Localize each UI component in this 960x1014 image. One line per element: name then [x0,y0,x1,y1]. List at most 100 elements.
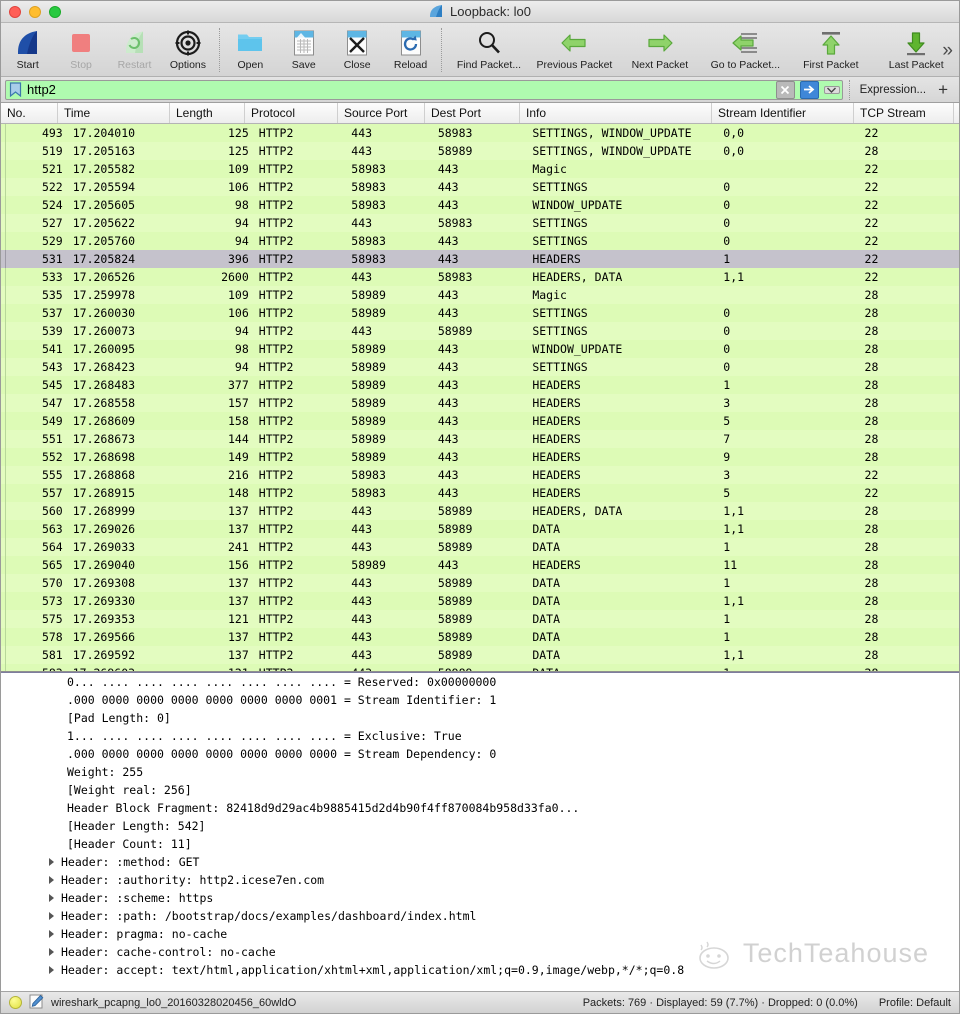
packet-row[interactable]: 56017.268999137HTTP244358989HEADERS, DAT… [1,502,959,520]
detail-line[interactable]: Header: cache-control: no-cache [1,943,959,961]
packet-row[interactable]: 53317.2065262600HTTP244358983HEADERS, DA… [1,268,959,286]
clear-x-icon[interactable] [776,81,795,99]
packet-row[interactable]: 53917.26007394HTTP244358989SETTINGS028 [1,322,959,340]
packet-cell-dport: 58989 [433,324,528,338]
packet-row[interactable]: 55217.268698149HTTP258989443HEADERS928 [1,448,959,466]
packet-row[interactable]: 51917.205163125HTTP244358989SETTINGS, WI… [1,142,959,160]
packet-row[interactable]: 53517.259978109HTTP258989443Magic28 [1,286,959,304]
packet-detail-pane[interactable]: 0... .... .... .... .... .... .... .... … [1,672,959,991]
column-header-tcp-stream[interactable]: TCP Stream [854,103,954,123]
packet-row[interactable]: 49317.204010125HTTP244358983SETTINGS, WI… [1,124,959,142]
packet-row[interactable]: 52917.20576094HTTP258983443SETTINGS022 [1,232,959,250]
detail-line[interactable]: .000 0000 0000 0000 0000 0000 0000 0001 … [1,691,959,709]
detail-line[interactable]: 0... .... .... .... .... .... .... .... … [1,673,959,691]
display-filter-input[interactable]: http2 [5,80,843,100]
detail-line[interactable]: [Header Count: 11] [1,835,959,853]
packet-row[interactable]: 52717.20562294HTTP244358983SETTINGS022 [1,214,959,232]
toolbar-next-packet-button[interactable]: Next Packet [617,26,702,71]
packet-row[interactable]: 52217.205594106HTTP258983443SETTINGS022 [1,178,959,196]
packet-row[interactable]: 57317.269330137HTTP244358989DATA1,128 [1,592,959,610]
packet-row[interactable]: 56417.269033241HTTP244358989DATA128 [1,538,959,556]
packet-row[interactable]: 54117.26009598HTTP258989443WINDOW_UPDATE… [1,340,959,358]
packet-row[interactable]: 52417.20560598HTTP258983443WINDOW_UPDATE… [1,196,959,214]
expand-triangle-icon[interactable] [49,894,54,902]
packet-row[interactable]: 57517.269353121HTTP244358989DATA128 [1,610,959,628]
packet-row[interactable]: 55517.268868216HTTP258983443HEADERS322 [1,466,959,484]
column-header-no[interactable]: No. [1,103,58,123]
packet-row[interactable]: 54317.26842394HTTP258989443SETTINGS028 [1,358,959,376]
toolbar-save-button[interactable]: Save [277,26,330,71]
column-header-stream-identifier[interactable]: Stream Identifier [712,103,854,123]
packet-detail-tree[interactable]: 0... .... .... .... .... .... .... .... … [1,673,959,979]
toolbar-find-packet-button[interactable]: Find Packet... [446,26,531,71]
expand-triangle-icon[interactable] [49,930,54,938]
toolbar-stop-button[interactable]: Stop [54,26,107,71]
expand-triangle-icon[interactable] [49,876,54,884]
toolbar-start-button[interactable]: Start [1,26,54,71]
expand-triangle-icon[interactable] [49,912,54,920]
apply-arrow-icon[interactable] [800,81,819,99]
detail-line[interactable]: Header: :method: GET [1,853,959,871]
packet-row[interactable]: 55717.268915148HTTP258983443HEADERS522 [1,484,959,502]
toolbar-goto-packet-button[interactable]: Go to Packet... [703,26,788,71]
detail-line[interactable]: Header: :scheme: https [1,889,959,907]
packet-row[interactable]: 52117.205582109HTTP258983443Magic22 [1,160,959,178]
packet-row[interactable]: 57817.269566137HTTP244358989DATA128 [1,628,959,646]
zoom-window-button[interactable] [49,6,61,18]
expand-triangle-icon[interactable] [49,948,54,956]
toolbar-overflow-button[interactable]: » [942,41,953,60]
detail-line[interactable]: .000 0000 0000 0000 0000 0000 0000 0000 … [1,745,959,763]
packet-row[interactable]: 56317.269026137HTTP244358989DATA1,128 [1,520,959,538]
packet-row[interactable]: 56517.269040156HTTP258989443HEADERS1128 [1,556,959,574]
column-header-source-port[interactable]: Source Port [338,103,425,123]
detail-line[interactable]: Weight: 255 [1,763,959,781]
packet-row[interactable]: 54517.268483377HTTP258989443HEADERS128 [1,376,959,394]
packet-row[interactable]: 53117.205824396HTTP258983443HEADERS122 [1,250,959,268]
column-header-length[interactable]: Length [170,103,245,123]
expression-button[interactable]: Expression... [856,84,930,96]
display-filter-value[interactable]: http2 [27,82,771,97]
toolbar-restart-button[interactable]: Restart [108,26,161,71]
detail-line[interactable]: Header Block Fragment: 82418d9d29ac4b988… [1,799,959,817]
toolbar-previous-packet-button[interactable]: Previous Packet [532,26,617,71]
profile-indicator[interactable]: Profile: Default [879,997,951,1009]
packet-cell-dport: 443 [433,396,528,410]
column-header-info[interactable]: Info [520,103,712,123]
chevron-down-icon[interactable] [824,86,840,94]
bookmark-icon[interactable] [9,82,22,97]
toolbar-options-button[interactable]: Options [161,26,214,71]
packet-row[interactable]: 57017.269308137HTTP244358989DATA128 [1,574,959,592]
packet-cell-dport: 58989 [433,522,528,536]
packet-row[interactable]: 54717.268558157HTTP258989443HEADERS328 [1,394,959,412]
toolbar-reload-button[interactable]: Reload [384,26,437,71]
expert-info-yellow-dot-icon[interactable] [9,996,22,1009]
packet-list-pane[interactable]: No. Time Length Protocol Source Port Des… [1,103,959,672]
detail-line[interactable]: Header: accept: text/html,application/xh… [1,961,959,979]
add-filter-button[interactable]: + [930,81,955,98]
packet-row[interactable]: 58117.269592137HTTP244358989DATA1,128 [1,646,959,664]
detail-line[interactable]: 1... .... .... .... .... .... .... .... … [1,727,959,745]
packet-cell-len: 94 [179,216,254,230]
detail-line[interactable]: [Header Length: 542] [1,817,959,835]
column-header-dest-port[interactable]: Dest Port [425,103,520,123]
close-window-button[interactable] [9,6,21,18]
capture-file-properties-icon[interactable] [29,994,44,1012]
toolbar-open-button[interactable]: Open [224,26,277,71]
toolbar-close-button[interactable]: Close [330,26,383,71]
expand-triangle-icon[interactable] [49,966,54,974]
toolbar-first-packet-button[interactable]: First Packet [788,26,873,71]
packet-row[interactable]: 54917.268609158HTTP258989443HEADERS528 [1,412,959,430]
packet-list-body[interactable]: 49317.204010125HTTP244358983SETTINGS, WI… [1,124,959,671]
minimize-window-button[interactable] [29,6,41,18]
detail-line[interactable]: Header: pragma: no-cache [1,925,959,943]
detail-line[interactable]: [Pad Length: 0] [1,709,959,727]
packet-row[interactable]: 58317.269603121HTTP244358989DATA128 [1,664,959,671]
detail-line[interactable]: [Weight real: 256] [1,781,959,799]
column-header-protocol[interactable]: Protocol [245,103,338,123]
packet-row[interactable]: 53717.260030106HTTP258989443SETTINGS028 [1,304,959,322]
detail-line[interactable]: Header: :authority: http2.icese7en.com [1,871,959,889]
column-header-time[interactable]: Time [58,103,170,123]
packet-row[interactable]: 55117.268673144HTTP258989443HEADERS728 [1,430,959,448]
detail-line[interactable]: Header: :path: /bootstrap/docs/examples/… [1,907,959,925]
expand-triangle-icon[interactable] [49,858,54,866]
